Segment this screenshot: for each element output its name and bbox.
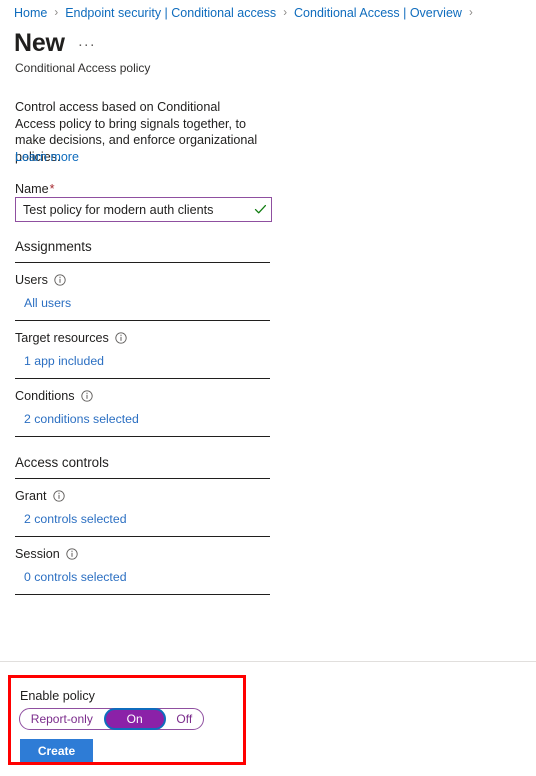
toggle-option-report-only[interactable]: Report-only bbox=[20, 709, 104, 729]
policy-form: Assignments Users All users Target resou… bbox=[15, 238, 270, 595]
field-label-session: Session bbox=[15, 546, 270, 562]
info-icon[interactable] bbox=[66, 548, 78, 560]
field-label-conditions: Conditions bbox=[15, 388, 270, 404]
field-session: Session 0 controls selected bbox=[15, 537, 270, 594]
name-input[interactable] bbox=[16, 198, 249, 221]
footer-separator bbox=[0, 661, 536, 662]
more-options-icon[interactable]: ··· bbox=[78, 36, 96, 58]
section-heading-assignments: Assignments bbox=[15, 239, 92, 254]
field-grant: Grant 2 controls selected bbox=[15, 479, 270, 536]
breadcrumb-item-conditional-access-overview[interactable]: Conditional Access | Overview bbox=[294, 5, 462, 21]
chevron-right-icon: › bbox=[468, 7, 473, 19]
checkmark-icon bbox=[249, 198, 271, 221]
page-header: New ··· bbox=[14, 29, 96, 58]
enable-policy-label: Enable policy bbox=[20, 689, 95, 703]
name-label-text: Name bbox=[15, 182, 49, 196]
field-label-target-resources: Target resources bbox=[15, 330, 270, 346]
toggle-option-on[interactable]: On bbox=[103, 708, 166, 730]
chevron-right-icon: › bbox=[54, 7, 59, 19]
field-label-grant: Grant bbox=[15, 488, 270, 504]
create-button[interactable]: Create bbox=[20, 739, 93, 762]
field-label-text: Grant bbox=[15, 489, 47, 503]
info-icon[interactable] bbox=[52, 490, 65, 502]
breadcrumb-item-endpoint-security[interactable]: Endpoint security | Conditional access bbox=[65, 5, 276, 21]
field-value-target-resources[interactable]: 1 app included bbox=[24, 353, 270, 369]
field-label-text: Target resources bbox=[15, 331, 109, 345]
chevron-right-icon: › bbox=[283, 7, 288, 19]
field-value-grant[interactable]: 2 controls selected bbox=[24, 511, 270, 527]
info-icon[interactable] bbox=[115, 332, 127, 344]
enable-policy-toggle[interactable]: Report-only On Off bbox=[19, 708, 204, 730]
info-icon[interactable] bbox=[80, 390, 93, 402]
name-input-container[interactable] bbox=[15, 197, 272, 222]
field-users: Users All users bbox=[15, 263, 270, 320]
learn-more-link[interactable]: Learn more bbox=[15, 149, 79, 165]
field-conditions: Conditions 2 conditions selected bbox=[15, 379, 270, 436]
section-heading-access-controls: Access controls bbox=[15, 455, 109, 470]
field-value-conditions[interactable]: 2 conditions selected bbox=[24, 411, 270, 427]
breadcrumb-item-home[interactable]: Home bbox=[14, 5, 47, 21]
toggle-option-off[interactable]: Off bbox=[166, 709, 203, 729]
field-label-text: Users bbox=[15, 273, 48, 287]
field-value-session[interactable]: 0 controls selected bbox=[24, 569, 270, 585]
field-value-users[interactable]: All users bbox=[24, 295, 270, 311]
field-label-text: Session bbox=[15, 547, 60, 561]
field-label-text: Conditions bbox=[15, 389, 75, 403]
required-marker: * bbox=[49, 182, 55, 196]
field-target-resources: Target resources 1 app included bbox=[15, 321, 270, 378]
breadcrumb: Home › Endpoint security | Conditional a… bbox=[14, 5, 480, 21]
info-icon[interactable] bbox=[54, 274, 66, 286]
conditional-access-new-policy-page: Home › Endpoint security | Conditional a… bbox=[0, 0, 536, 776]
field-label-users: Users bbox=[15, 272, 270, 288]
divider bbox=[15, 594, 270, 595]
name-field-label: Name* bbox=[15, 181, 55, 197]
page-title: New bbox=[14, 29, 65, 57]
page-subtitle: Conditional Access policy bbox=[15, 61, 151, 75]
